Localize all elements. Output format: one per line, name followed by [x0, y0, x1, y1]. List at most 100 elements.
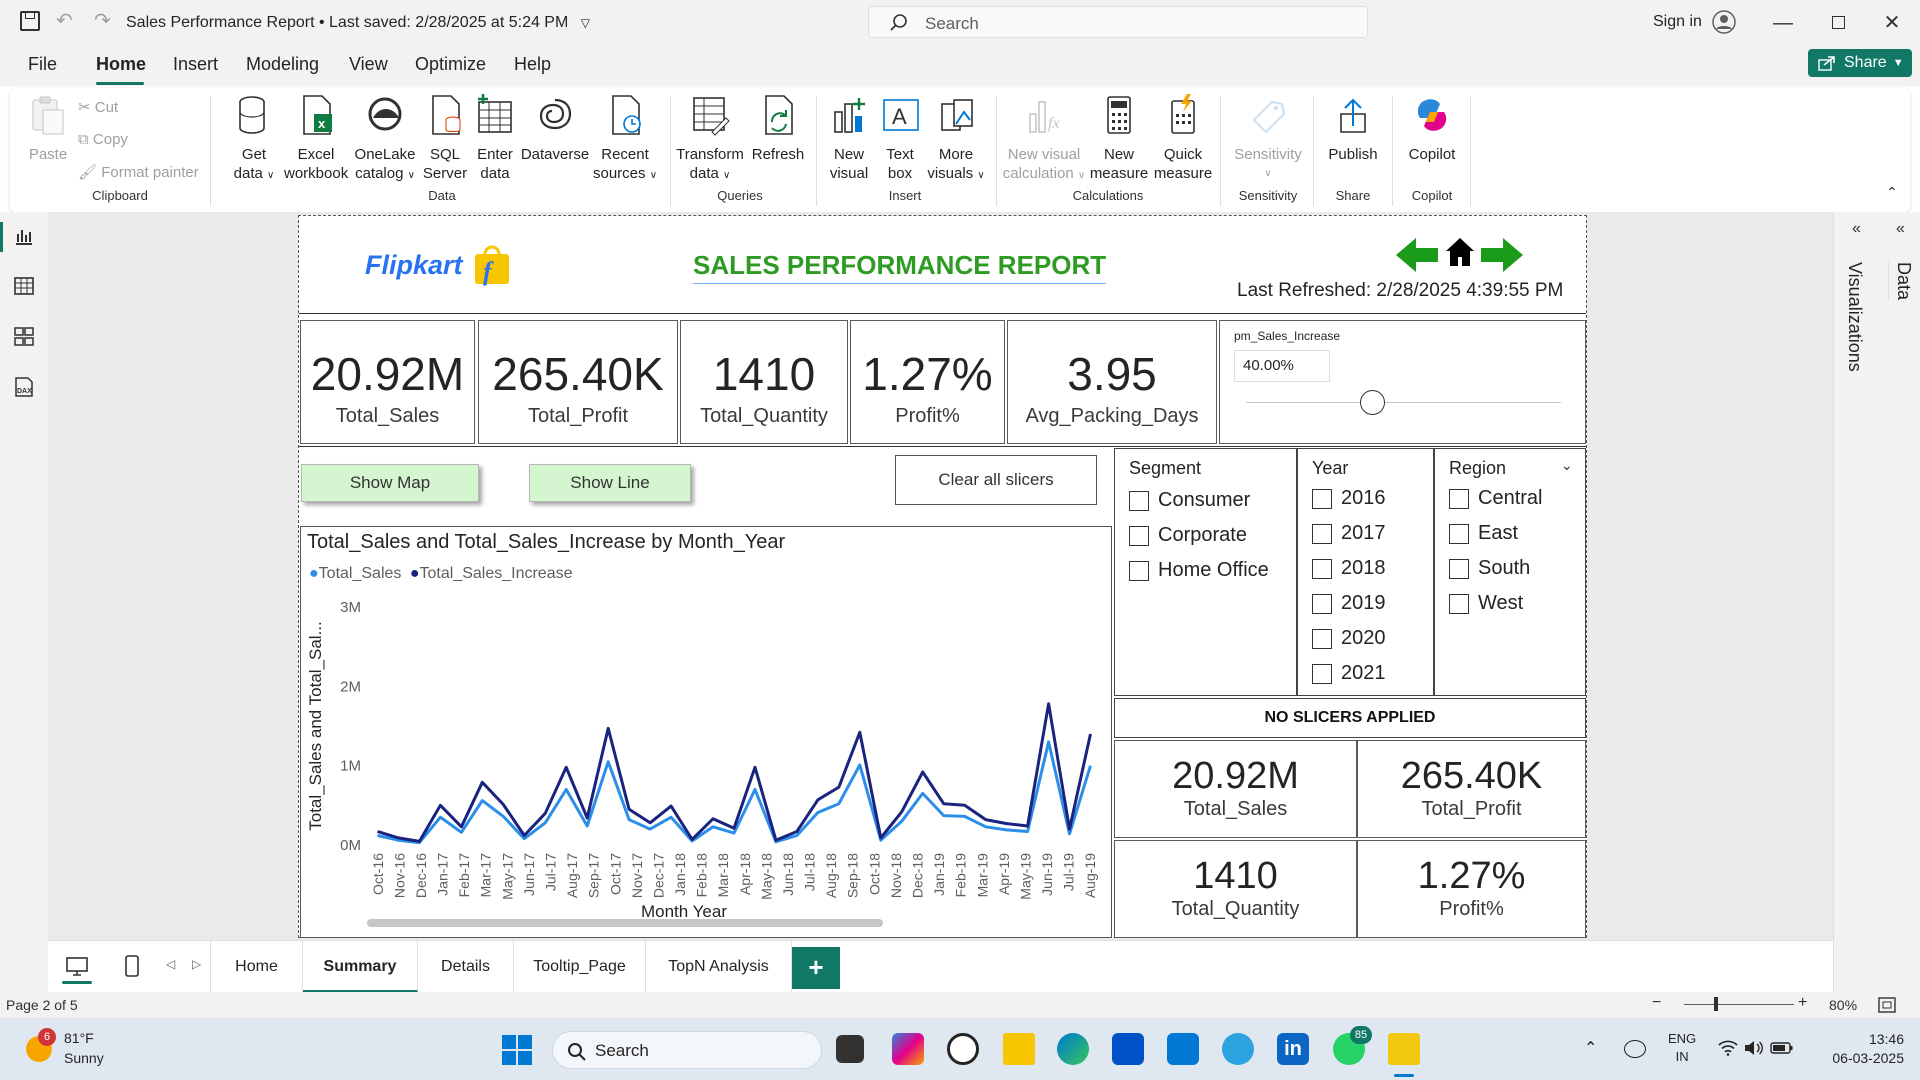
language-indicator[interactable]: ENG IN — [1668, 1030, 1696, 1066]
document-title[interactable]: Sales Performance Report • Last saved: 2… — [126, 14, 590, 32]
checkbox[interactable] — [1312, 523, 1332, 544]
menu-file[interactable]: File — [28, 54, 57, 75]
minimize-icon[interactable]: — — [1763, 8, 1803, 38]
get-data-button[interactable]: Get data ∨ — [224, 94, 284, 185]
format-painter-button[interactable]: 🖌 Format painter — [78, 163, 199, 181]
add-page-button[interactable]: + — [792, 947, 840, 989]
checkbox[interactable] — [1449, 523, 1469, 544]
redo-icon[interactable]: ↷ — [94, 8, 111, 33]
telegram-icon[interactable] — [1222, 1033, 1254, 1065]
collapse-ribbon-icon[interactable]: ⌃ — [1886, 184, 1898, 201]
file-explorer-icon[interactable] — [1003, 1033, 1035, 1065]
chevron-down-icon[interactable]: ▽ — [581, 16, 590, 30]
slicer-option-2017[interactable]: 2017 — [1312, 516, 1433, 551]
show-map-button[interactable]: Show Map — [301, 464, 479, 502]
show-hidden-icons[interactable]: ⌃ — [1584, 1038, 1597, 1058]
task-view-icon[interactable] — [836, 1035, 864, 1063]
copy-button[interactable]: ⧉ Copy — [78, 131, 128, 148]
copilot-button[interactable]: Copilot — [1398, 94, 1466, 164]
checkbox[interactable] — [1312, 663, 1332, 684]
taskbar-search[interactable]: Search — [552, 1031, 822, 1069]
cut-button[interactable]: ✂ Cut — [78, 98, 118, 116]
mobile-layout-icon[interactable] — [124, 955, 140, 977]
slicer-option-2016[interactable]: 2016 — [1312, 481, 1433, 516]
transform-data-button[interactable]: Transform data ∨ — [670, 94, 750, 185]
back-arrow-icon[interactable] — [1396, 236, 1438, 274]
tab-summary[interactable]: Summary — [303, 941, 418, 993]
edge-browser-icon[interactable] — [1057, 1033, 1089, 1065]
expand-data-icon[interactable]: « — [1896, 220, 1905, 238]
slicer-option-east[interactable]: East — [1449, 516, 1585, 551]
dax-query-view-icon[interactable]: DAX — [12, 376, 36, 398]
slicer-option-2021[interactable]: 2021 — [1312, 656, 1433, 691]
tab-home[interactable]: Home — [211, 941, 303, 993]
power-bi-icon[interactable] — [1388, 1033, 1420, 1065]
table-view-icon[interactable] — [14, 276, 34, 296]
clear-all-slicers-button[interactable]: Clear all slicers — [895, 455, 1097, 505]
new-visual-calculation-button[interactable]: fx New visual calculation ∨ — [1000, 94, 1088, 185]
onelake-catalog-button[interactable]: OneLake catalog ∨ — [350, 94, 420, 185]
slider-handle[interactable] — [1360, 390, 1385, 415]
show-line-button[interactable]: Show Line — [529, 464, 691, 502]
battery-icon[interactable] — [1770, 1040, 1794, 1056]
outlook-icon[interactable] — [1167, 1033, 1199, 1065]
new-measure-button[interactable]: New measure — [1088, 94, 1150, 183]
dataverse-button[interactable]: Dataverse — [520, 94, 590, 164]
prev-page-icon[interactable]: ◁ — [166, 957, 175, 971]
data-pane-tab[interactable]: Data — [1888, 262, 1914, 301]
zoom-slider[interactable] — [1684, 1004, 1794, 1005]
tab-topn-analysis[interactable]: TopN Analysis — [646, 941, 792, 993]
recent-sources-button[interactable]: Recent sources ∨ — [590, 94, 660, 185]
slicer-option-west[interactable]: West — [1449, 586, 1585, 621]
slicer-option-corporate[interactable]: Corporate — [1129, 518, 1296, 553]
quick-measure-button[interactable]: Quick measure — [1150, 94, 1216, 183]
forward-arrow-icon[interactable] — [1481, 236, 1523, 274]
microsoft-store-icon[interactable] — [1112, 1033, 1144, 1065]
next-page-icon[interactable]: ▷ — [192, 957, 201, 971]
zoom-out-button[interactable]: − — [1652, 994, 1661, 1012]
weather-widget[interactable]: 6 81°F Sunny — [26, 1028, 146, 1072]
model-view-icon[interactable] — [14, 326, 34, 346]
more-visuals-button[interactable]: More visuals ∨ — [924, 94, 988, 185]
linkedin-icon[interactable]: in — [1277, 1033, 1309, 1065]
refresh-button[interactable]: Refresh — [746, 94, 810, 164]
chatgpt-icon[interactable] — [947, 1033, 979, 1065]
chart-scrollbar[interactable] — [367, 919, 883, 927]
publish-button[interactable]: Publish — [1322, 94, 1384, 164]
slicer-option-consumer[interactable]: Consumer — [1129, 483, 1296, 518]
network-monitor-icon[interactable] — [1624, 1040, 1646, 1058]
checkbox[interactable] — [1129, 560, 1149, 581]
parameter-value-input[interactable]: 40.00% — [1234, 350, 1330, 382]
report-view-icon[interactable] — [14, 226, 34, 246]
windows-start-icon[interactable] — [502, 1035, 532, 1065]
menu-modeling[interactable]: Modeling — [246, 54, 319, 75]
sql-server-button[interactable]: SQL Server — [420, 94, 470, 183]
checkbox[interactable] — [1449, 593, 1469, 614]
text-box-button[interactable]: A Text box — [876, 94, 924, 183]
zoom-level[interactable]: 80% — [1829, 997, 1857, 1013]
slicer-option-south[interactable]: South — [1449, 551, 1585, 586]
volume-icon[interactable] — [1744, 1040, 1764, 1056]
zoom-in-button[interactable]: + — [1798, 994, 1807, 1012]
slicer-option-2020[interactable]: 2020 — [1312, 621, 1433, 656]
enter-data-button[interactable]: Enter data — [470, 94, 520, 183]
checkbox[interactable] — [1312, 558, 1332, 579]
zoom-slider-handle[interactable] — [1714, 997, 1718, 1011]
checkbox[interactable] — [1129, 490, 1149, 511]
new-visual-button[interactable]: New visual — [822, 94, 876, 183]
checkbox[interactable] — [1449, 488, 1469, 509]
user-avatar-icon[interactable] — [1712, 10, 1736, 34]
chevron-down-icon[interactable]: ⌄ — [1561, 457, 1573, 474]
checkbox[interactable] — [1449, 558, 1469, 579]
checkbox[interactable] — [1312, 593, 1332, 614]
save-icon[interactable] — [20, 11, 40, 31]
maximize-icon[interactable] — [1818, 8, 1858, 38]
paste-button[interactable]: Paste — [24, 94, 72, 164]
slicer-option-2018[interactable]: 2018 — [1312, 551, 1433, 586]
close-icon[interactable]: ✕ — [1872, 8, 1912, 38]
checkbox[interactable] — [1129, 525, 1149, 546]
menu-home[interactable]: Home — [96, 54, 146, 75]
wifi-icon[interactable] — [1718, 1040, 1738, 1056]
copilot-app-icon[interactable] — [892, 1033, 924, 1065]
clock[interactable]: 13:46 06-03-2025 — [1818, 1030, 1904, 1068]
